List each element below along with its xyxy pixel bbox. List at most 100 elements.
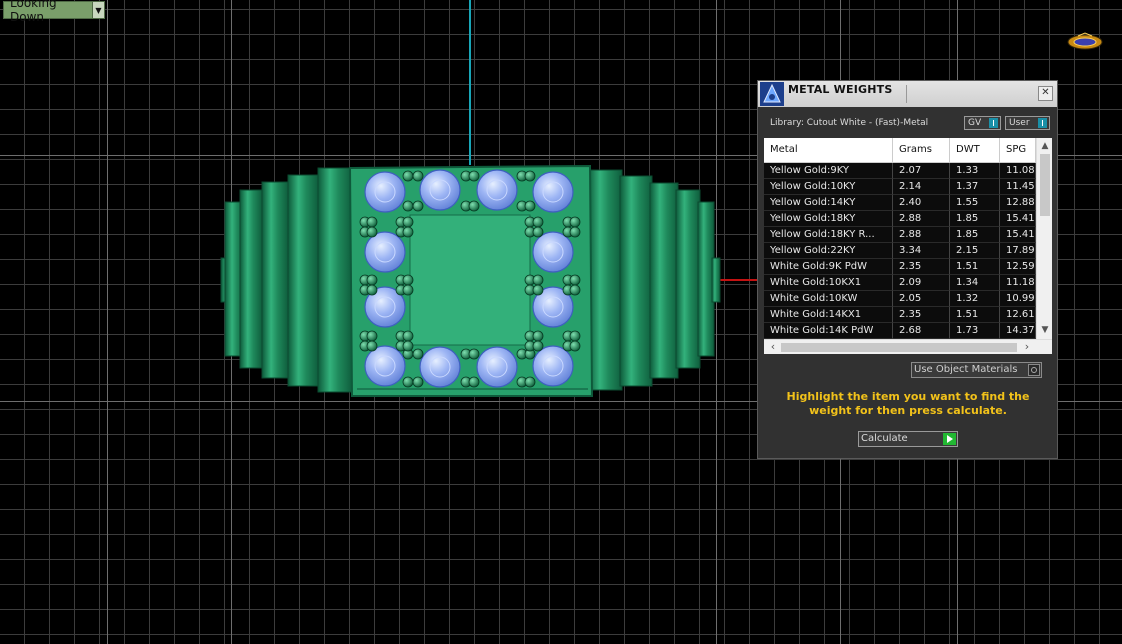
table-body: Yellow Gold:9KY 2.07 1.33 11.08 Yellow Gold:… (764, 163, 1036, 339)
bead (532, 284, 544, 296)
cell-dwt: 2.15 (950, 243, 1000, 259)
bead (366, 226, 378, 238)
metal-weights-table: Metal Grams DWT SPG Yellow Gold:9KY 2.07 1… (764, 138, 1052, 354)
table-row[interactable]: White Gold:14KX1 2.35 1.51 12.61 (764, 307, 1036, 323)
bead (532, 330, 544, 342)
cell-dwt: 1.73 (950, 323, 1000, 339)
bead (402, 330, 414, 342)
cell-spg: 15.41 (1000, 227, 1036, 243)
gemstone (419, 346, 461, 388)
shank-segment (587, 169, 623, 391)
library-label: Library: Cutout White - (Fast)-Metal (770, 118, 929, 128)
bead (524, 200, 536, 212)
table-row[interactable]: Yellow Gold:9KY 2.07 1.33 11.08 (764, 163, 1036, 179)
scroll-up-icon[interactable]: ▲ (1037, 139, 1052, 153)
play-icon (943, 433, 956, 445)
shank-left (220, 167, 353, 393)
cell-grams: 2.68 (893, 323, 950, 339)
bead (366, 340, 378, 352)
scroll-down-icon[interactable]: ▼ (1037, 323, 1052, 337)
column-header-dwt[interactable]: DWT (950, 138, 1000, 162)
gemstone (364, 171, 406, 213)
scroll-right-icon[interactable]: › (1020, 340, 1034, 354)
chevron-down-icon[interactable]: ▼ (92, 2, 104, 18)
calculate-button[interactable]: Calculate (858, 431, 958, 447)
cell-dwt: 1.85 (950, 211, 1000, 227)
bead (569, 274, 581, 286)
table-row[interactable]: White Gold:10KW 2.05 1.32 10.99 (764, 291, 1036, 307)
gemstone (364, 231, 406, 273)
bead (412, 170, 424, 182)
table-row[interactable]: Yellow Gold:10KY 2.14 1.37 11.45 (764, 179, 1036, 195)
bead (402, 274, 414, 286)
cell-dwt: 1.37 (950, 179, 1000, 195)
shank-segment (675, 189, 701, 369)
cell-spg: 12.61 (1000, 307, 1036, 323)
cell-metal: White Gold:10KW (764, 291, 893, 307)
horizontal-scrollbar[interactable]: ‹ › (764, 339, 1052, 354)
bead (532, 274, 544, 286)
column-header-grams[interactable]: Grams (893, 138, 950, 162)
bead (366, 284, 378, 296)
bead (569, 226, 581, 238)
cell-metal: White Gold:14K PdW (764, 323, 893, 339)
cell-grams: 2.88 (893, 211, 950, 227)
view-mode-dropdown[interactable]: Looking Down ▼ (3, 0, 105, 24)
toggle-knob-icon (989, 118, 998, 128)
panel-title-bar[interactable]: METAL WEIGHTS ✕ (758, 81, 1057, 107)
gemstone (532, 231, 574, 273)
column-header-metal[interactable]: Metal (764, 138, 893, 162)
scroll-thumb[interactable] (781, 343, 1017, 352)
bead (412, 376, 424, 388)
shank-segment (287, 174, 319, 387)
cell-grams: 2.09 (893, 275, 950, 291)
bead (569, 216, 581, 228)
user-toggle-label: User (1009, 118, 1030, 128)
cell-metal: White Gold:14KX1 (764, 307, 893, 323)
bead (402, 226, 414, 238)
vertical-scrollbar[interactable]: ▲ ▼ (1036, 138, 1052, 339)
table-row[interactable]: Yellow Gold:18KY R... 2.88 1.85 15.41 (764, 227, 1036, 243)
bead (569, 340, 581, 352)
bead (366, 274, 378, 286)
cell-spg: 12.59 (1000, 259, 1036, 275)
shank-right (587, 169, 721, 391)
column-header-spg[interactable]: SPG (1000, 138, 1036, 162)
cell-spg: 14.37 (1000, 323, 1036, 339)
scroll-thumb[interactable] (1040, 154, 1050, 216)
table-row[interactable]: White Gold:9K PdW 2.35 1.51 12.59 (764, 259, 1036, 275)
user-toggle[interactable]: User (1005, 116, 1050, 130)
gemvision-logo-icon (1067, 32, 1103, 50)
gv-toggle-label: GV (968, 118, 982, 128)
cell-spg: 15.41 (1000, 211, 1036, 227)
cell-grams: 2.05 (893, 291, 950, 307)
metal-weights-panel: METAL WEIGHTS ✕ Library: Cutout White - … (757, 80, 1058, 459)
table-row[interactable]: White Gold:14K PdW 2.68 1.73 14.37 (764, 323, 1036, 339)
cell-metal: Yellow Gold:18KY R... (764, 227, 893, 243)
cell-spg: 11.45 (1000, 179, 1036, 195)
bead (468, 200, 480, 212)
gemstone (476, 169, 518, 211)
cell-metal: Yellow Gold:22KY (764, 243, 893, 259)
gemstone (419, 169, 461, 211)
metal-weights-icon (760, 82, 784, 106)
bead (532, 226, 544, 238)
scroll-left-icon[interactable]: ‹ (766, 340, 780, 354)
cell-dwt: 1.51 (950, 307, 1000, 323)
close-icon[interactable]: ✕ (1038, 86, 1053, 101)
cell-spg: 17.89 (1000, 243, 1036, 259)
bead (524, 170, 536, 182)
shank-segment (317, 167, 353, 393)
cell-metal: Yellow Gold:10KY (764, 179, 893, 195)
table-row[interactable]: Yellow Gold:14KY 2.40 1.55 12.88 (764, 195, 1036, 211)
shank-segment (261, 181, 289, 379)
cell-spg: 11.18 (1000, 275, 1036, 291)
use-object-materials-toggle[interactable]: Use Object Materials (911, 362, 1042, 378)
shank-segment (649, 182, 679, 379)
cell-grams: 2.35 (893, 307, 950, 323)
table-header: Metal Grams DWT SPG (764, 138, 1036, 163)
table-row[interactable]: Yellow Gold:18KY 2.88 1.85 15.41 (764, 211, 1036, 227)
gv-toggle[interactable]: GV (964, 116, 1001, 130)
table-row[interactable]: Yellow Gold:22KY 3.34 2.15 17.89 (764, 243, 1036, 259)
table-row[interactable]: White Gold:10KX1 2.09 1.34 11.18 (764, 275, 1036, 291)
